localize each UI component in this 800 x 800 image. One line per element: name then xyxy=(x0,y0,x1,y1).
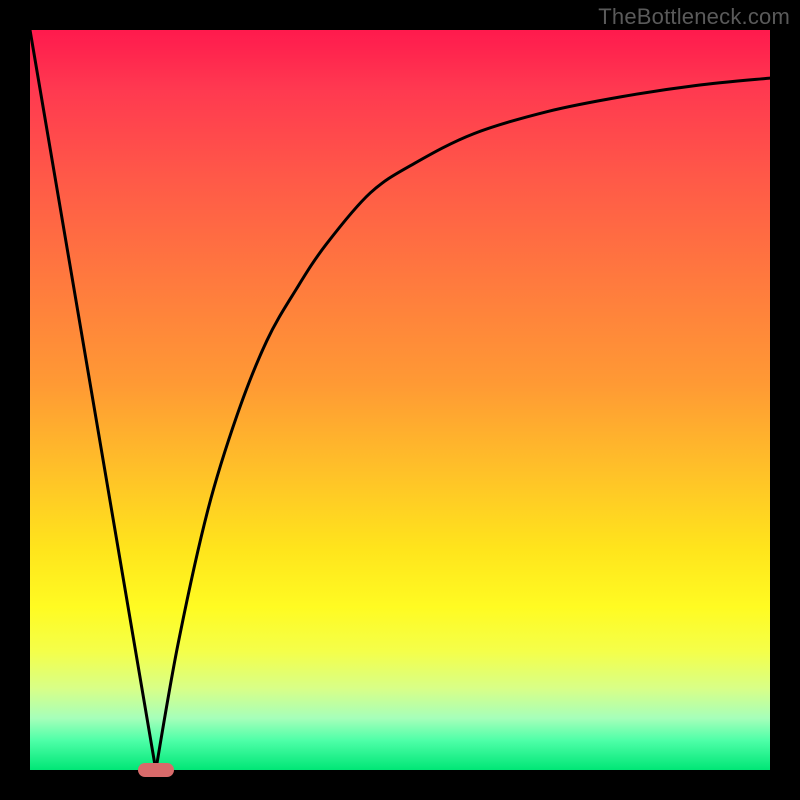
right-curve-path xyxy=(156,78,770,770)
plot-area xyxy=(30,30,770,770)
curve-layer xyxy=(30,30,770,770)
chart-frame: TheBottleneck.com xyxy=(0,0,800,800)
left-line-path xyxy=(30,30,156,770)
watermark-text: TheBottleneck.com xyxy=(598,4,790,30)
optimal-marker xyxy=(138,763,174,777)
